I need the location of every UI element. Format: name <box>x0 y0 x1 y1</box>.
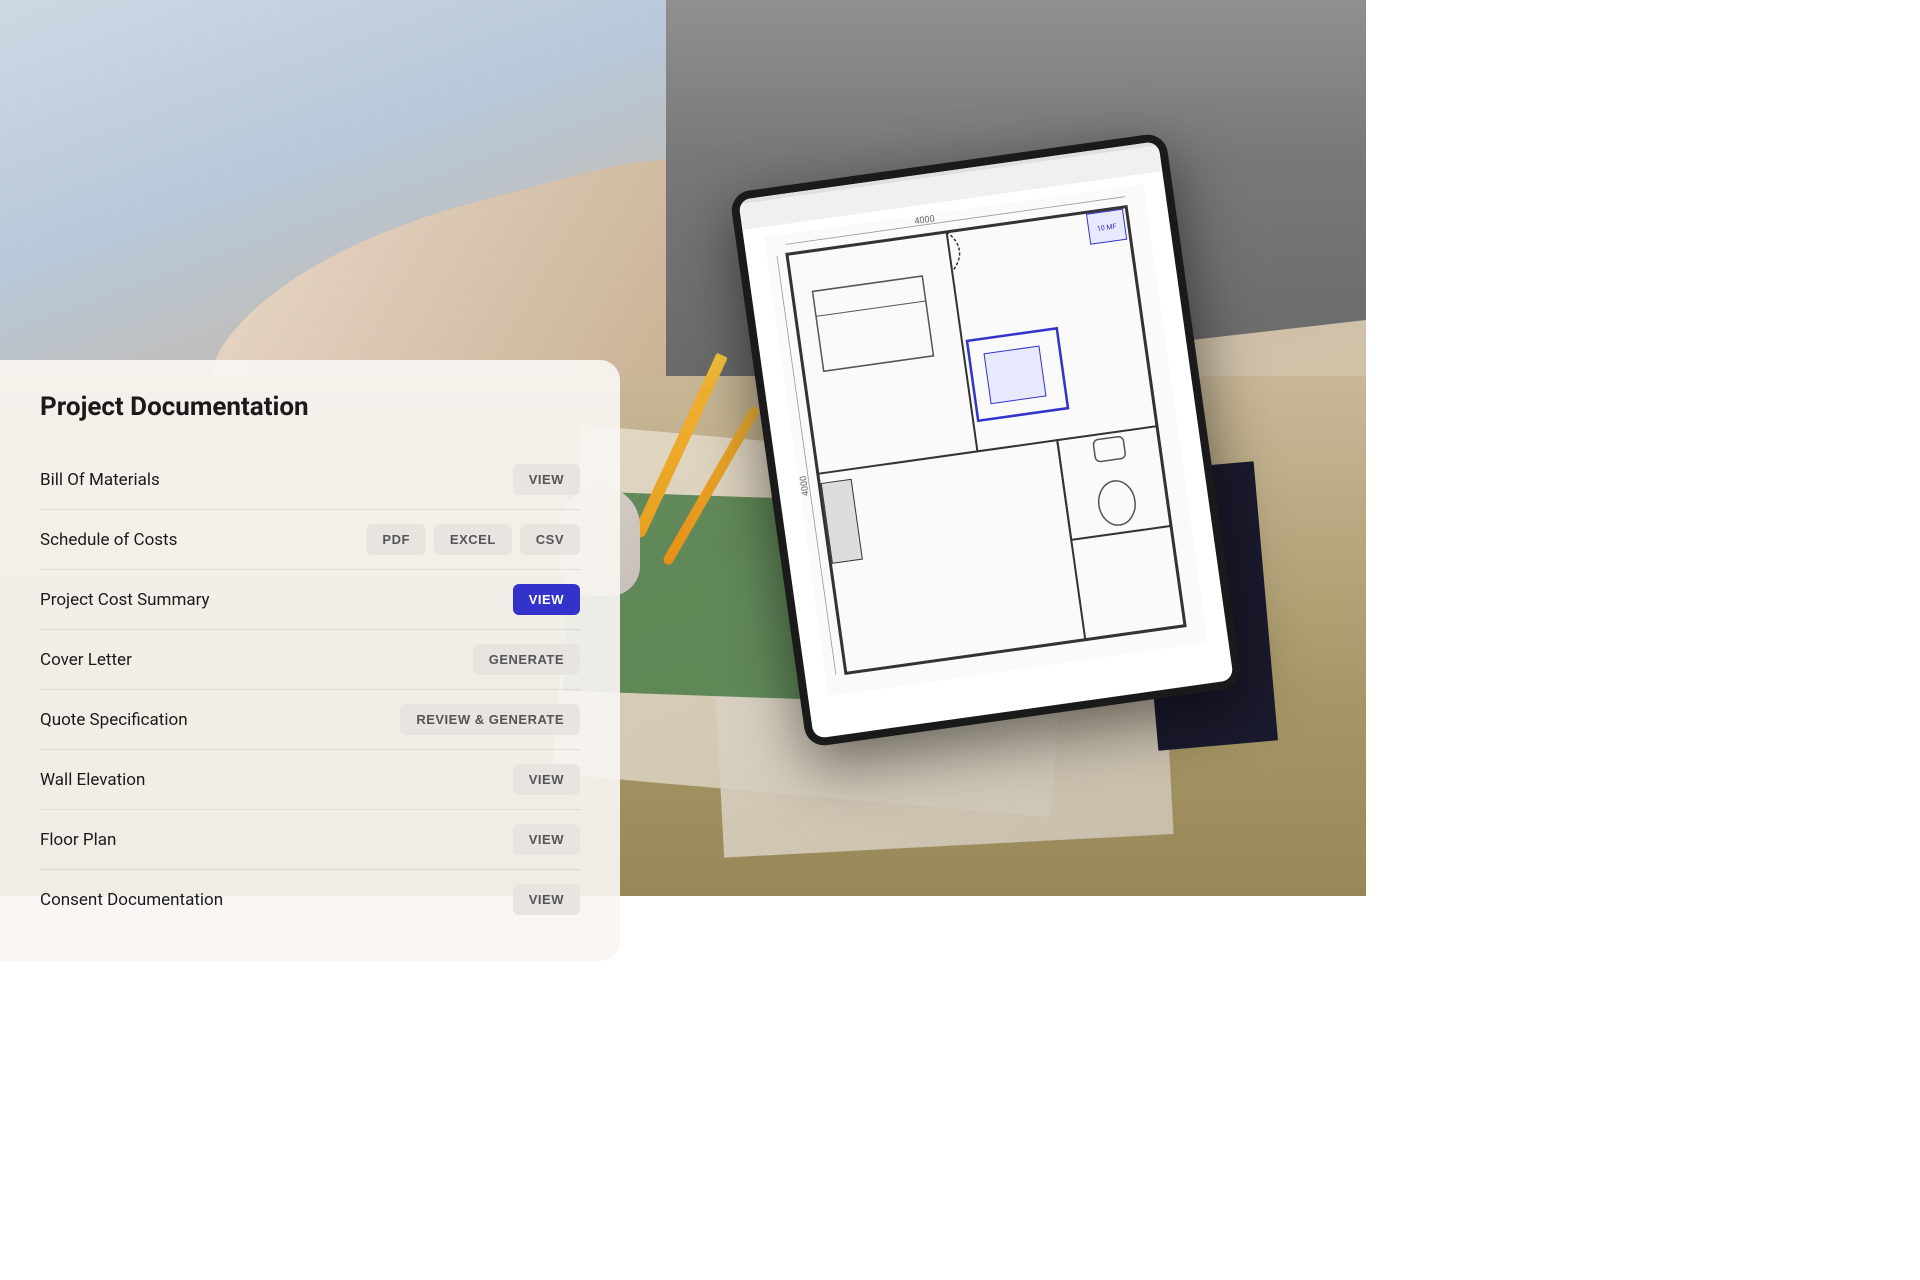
document-list: Bill Of Materials VIEW Schedule of Costs PD… <box>40 450 580 929</box>
doc-name-quote-specification: Quote Specification <box>40 710 188 730</box>
panel-title: Project Documentation <box>40 392 580 422</box>
doc-item-floor-plan: Floor Plan VIEW <box>40 810 580 870</box>
btn-group-cover-letter: GENERATE <box>473 644 580 675</box>
doc-name-consent-documentation: Consent Documentation <box>40 890 223 910</box>
btn-group-project-cost-summary: VIEW <box>513 584 580 615</box>
doc-name-wall-elevation: Wall Elevation <box>40 770 145 790</box>
doc-item-consent-documentation: Consent Documentation VIEW <box>40 870 580 929</box>
btn-generate-cover-letter[interactable]: GENERATE <box>473 644 580 675</box>
btn-csv-schedule-of-costs[interactable]: CSV <box>520 524 580 555</box>
doc-item-project-cost-summary: Project Cost Summary VIEW <box>40 570 580 630</box>
btn-group-consent-documentation: VIEW <box>513 884 580 915</box>
doc-name-floor-plan: Floor Plan <box>40 830 116 850</box>
doc-item-wall-elevation: Wall Elevation VIEW <box>40 750 580 810</box>
doc-item-schedule-of-costs: Schedule of Costs PDF EXCEL CSV <box>40 510 580 570</box>
btn-group-bill-of-materials: VIEW <box>513 464 580 495</box>
btn-group-schedule-of-costs: PDF EXCEL CSV <box>366 524 580 555</box>
doc-item-cover-letter: Cover Letter GENERATE <box>40 630 580 690</box>
doc-name-cover-letter: Cover Letter <box>40 650 132 670</box>
btn-pdf-schedule-of-costs[interactable]: PDF <box>366 524 426 555</box>
doc-name-project-cost-summary: Project Cost Summary <box>40 590 210 610</box>
bg-tablet: 4000 4000 10 MF <box>729 132 1243 748</box>
btn-group-wall-elevation: VIEW <box>513 764 580 795</box>
btn-view-consent-documentation[interactable]: VIEW <box>513 884 580 915</box>
project-documentation-panel: Project Documentation Bill Of Materials V… <box>0 360 620 961</box>
btn-excel-schedule-of-costs[interactable]: EXCEL <box>434 524 512 555</box>
doc-name-schedule-of-costs: Schedule of Costs <box>40 530 177 550</box>
btn-review-generate-quote-specification[interactable]: REVIEW & GENERATE <box>400 704 580 735</box>
doc-item-bill-of-materials: Bill Of Materials VIEW <box>40 450 580 510</box>
btn-view-project-cost-summary[interactable]: VIEW <box>513 584 580 615</box>
doc-name-bill-of-materials: Bill Of Materials <box>40 470 160 490</box>
bg-tablet-screen: 4000 4000 10 MF <box>738 141 1234 739</box>
btn-group-quote-specification: REVIEW & GENERATE <box>400 704 580 735</box>
btn-view-wall-elevation[interactable]: VIEW <box>513 764 580 795</box>
btn-group-floor-plan: VIEW <box>513 824 580 855</box>
doc-item-quote-specification: Quote Specification REVIEW & GENERATE <box>40 690 580 750</box>
btn-view-bill-of-materials[interactable]: VIEW <box>513 464 580 495</box>
btn-view-floor-plan[interactable]: VIEW <box>513 824 580 855</box>
